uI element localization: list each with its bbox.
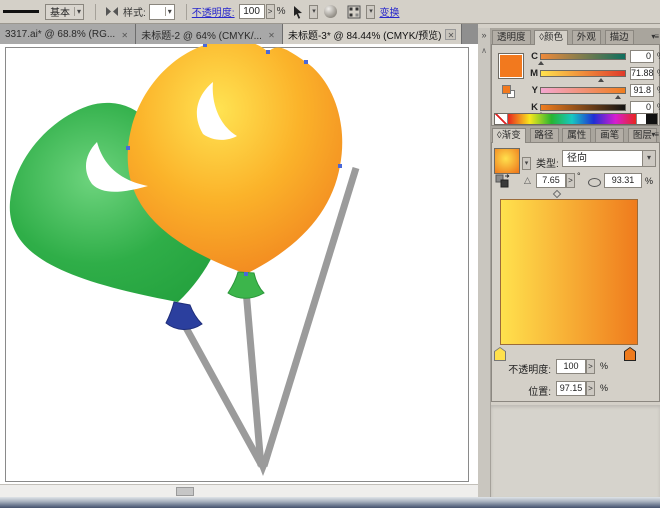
transform-link[interactable]: 变换 [379, 4, 399, 19]
doc-tab-title: 未标题-3* @ 84.44% (CMYK/预览) [288, 27, 442, 42]
stop-opacity-row: 不透明度: 100 > % [492, 359, 659, 375]
yellow-value[interactable]: 91.8 [630, 84, 654, 97]
stroke-preview [3, 10, 39, 13]
stop-location-row: 位置: 97.15 > % [492, 381, 659, 397]
tab-path[interactable]: 路径 [530, 128, 559, 143]
gradient-ramp[interactable] [500, 199, 638, 345]
black-value[interactable]: 0 [630, 101, 654, 114]
spectrum-ramp[interactable] [508, 114, 636, 124]
aspect-ratio-input[interactable]: 93.31 [604, 173, 642, 188]
illustrator-window: 基本 ▾ 样式: ▾ 不透明度: 100 > % ▾ ▾ 变换 [0, 0, 660, 508]
stop-location-label: 位置: [481, 383, 551, 398]
doc-tab-title: 未标题-2 @ 64% (CMYK/... [141, 27, 262, 42]
chevron-down-icon: ▾ [74, 7, 81, 16]
scrollbar-thumb[interactable] [176, 487, 194, 496]
doc-tab-2[interactable]: 未标题-2 @ 64% (CMYK/... ✕ [136, 24, 283, 44]
artwork [0, 44, 478, 484]
opacity-link[interactable]: 不透明度: [192, 4, 235, 19]
gradient-panel-tabs: ◊渐变 路径 属性 画笔 图层 ▾≡ [491, 126, 660, 143]
close-icon[interactable]: ✕ [445, 29, 456, 40]
angle-icon: △ [524, 175, 531, 186]
opacity-spinner[interactable]: > [266, 4, 275, 19]
panel-menu-icon[interactable]: ▾≡ [651, 130, 658, 139]
stop-opacity-label: 不透明度: [481, 361, 551, 376]
stop-opacity-spinner[interactable]: > [586, 359, 595, 374]
doc-tab-1[interactable]: 3317.ai* @ 68.8% (RG... ✕ [0, 24, 136, 44]
stop-location-spinner[interactable]: > [586, 381, 595, 396]
dock-edge: » ∧ [478, 28, 491, 497]
panel-dock: » ∧ 透明度 ◊颜色 外观 描边 ▾≡ [478, 28, 660, 497]
sphere-icon[interactable] [324, 5, 337, 18]
stop-opacity-input[interactable]: 100 [556, 359, 586, 374]
panel-menu-icon[interactable]: ▾≡ [651, 32, 658, 41]
white-swatch[interactable] [636, 114, 646, 124]
close-icon[interactable]: ✕ [119, 29, 130, 40]
black-slider-row: K 0 % [528, 100, 660, 114]
document-tabbar: 3317.ai* @ 68.8% (RG... ✕ 未标题-2 @ 64% (C… [0, 24, 478, 44]
divider [95, 4, 96, 20]
color-panel-tabs: 透明度 ◊颜色 外观 描边 ▾≡ [491, 28, 660, 45]
select-similar-dropdown-icon[interactable]: ▾ [309, 5, 318, 19]
fill-swatch [502, 85, 511, 94]
dock-empty-area [491, 405, 660, 497]
current-color-swatch[interactable] [498, 53, 524, 79]
width-profile-dropdown[interactable]: 基本 ▾ [45, 4, 84, 20]
yellow-slider[interactable] [540, 87, 626, 94]
tab-attributes[interactable]: 属性 [562, 128, 591, 143]
doc-tab-3-active[interactable]: 未标题-3* @ 84.44% (CMYK/预览) ✕ [283, 24, 463, 44]
tab-color-active[interactable]: ◊颜色 [534, 30, 568, 45]
degree-symbol: ° [577, 171, 581, 181]
cyan-slider-row: C 0 % [528, 49, 660, 63]
magenta-slider[interactable] [540, 70, 626, 77]
reverse-gradient-icon[interactable] [495, 174, 510, 192]
none-color-icon[interactable] [495, 114, 508, 124]
yellow-slider-row: Y 91.8 % [528, 83, 660, 97]
stop-location-input[interactable]: 97.15 [556, 381, 586, 396]
gradient-type-dropdown[interactable]: 径向 ▾ [562, 150, 656, 167]
chevron-down-icon: ▾ [165, 7, 172, 16]
tab-gradient-active[interactable]: ◊渐变 [492, 128, 526, 143]
horizontal-scrollbar[interactable] [0, 484, 478, 497]
scroll-up-icon[interactable]: ∧ [478, 46, 490, 56]
taskbar-strip [0, 497, 660, 508]
shape-mode-icon[interactable] [105, 6, 119, 17]
black-slider[interactable] [540, 104, 626, 111]
close-icon[interactable]: ✕ [266, 29, 277, 40]
align-dropdown-icon[interactable]: ▾ [366, 5, 375, 19]
control-bar: 基本 ▾ 样式: ▾ 不透明度: 100 > % ▾ ▾ 变换 [0, 0, 660, 24]
tab-transparency[interactable]: 透明度 [492, 30, 531, 45]
cyan-slider[interactable] [540, 53, 626, 60]
tab-brushes[interactable]: 画笔 [595, 128, 624, 143]
gradient-swatch-dropdown-icon[interactable]: ▾ [522, 157, 531, 170]
magenta-slider-row: M 71.88 % [528, 66, 660, 80]
width-profile-value: 基本 [50, 4, 70, 19]
color-panel: 透明度 ◊颜色 外观 描边 ▾≡ C 0 % [491, 28, 660, 126]
opacity-input[interactable]: 100 [239, 4, 265, 19]
collapse-dock-icon[interactable]: » [478, 30, 490, 40]
gradient-type-label: 类型: [536, 155, 559, 170]
select-similar-icon[interactable] [292, 5, 304, 19]
gradient-swatch[interactable] [494, 148, 520, 174]
color-spectrum-bar[interactable] [494, 113, 658, 125]
align-grid-icon[interactable] [347, 5, 361, 19]
aspect-ratio-icon [588, 178, 601, 187]
style-label: 样式: [123, 4, 146, 19]
gradient-midpoint-marker[interactable] [553, 190, 561, 198]
cyan-value[interactable]: 0 [630, 50, 654, 63]
opacity-unit: % [277, 6, 286, 17]
chevron-down-icon: ▾ [642, 151, 655, 166]
black-swatch[interactable] [646, 114, 657, 124]
gradient-angle-input[interactable]: 7.65 [536, 173, 566, 188]
doc-tab-title: 3317.ai* @ 68.8% (RG... [5, 29, 115, 40]
tab-appearance[interactable]: 外观 [572, 30, 601, 45]
tab-stroke[interactable]: 描边 [605, 30, 634, 45]
gradient-panel: ◊渐变 路径 属性 画笔 图层 ▾≡ [491, 126, 660, 402]
divider [186, 4, 187, 20]
style-dropdown[interactable]: ▾ [149, 4, 175, 20]
canvas-area[interactable] [0, 44, 478, 484]
magenta-value[interactable]: 71.88 [630, 67, 654, 80]
angle-spinner[interactable]: > [566, 173, 575, 188]
